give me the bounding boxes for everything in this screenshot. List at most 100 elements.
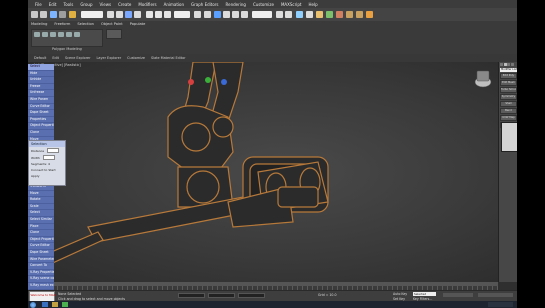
quad-lower-rotate[interactable]: Rotate [28,197,54,204]
modifier-button-symmetry[interactable]: Symmetry [500,94,517,100]
taskbar-app-icon[interactable] [42,302,48,307]
snaps-toggle-icon[interactable] [214,11,221,18]
robot-arm-model[interactable] [28,62,498,282]
menu-item-animation[interactable]: Animation [164,2,184,7]
window-crossing-icon[interactable] [134,11,141,18]
quad-item-freeze[interactable]: Freeze [28,84,54,91]
named-selection-sets-dropdown[interactable] [252,11,272,18]
z-coordinate-field[interactable] [238,293,265,298]
angle-snap-icon[interactable] [223,11,230,18]
quad-lower-convert-to[interactable]: Convert To [28,263,54,270]
quad-item-object-properties[interactable]: Object Properties [28,123,54,130]
modifier-stack-view[interactable] [501,122,517,152]
ribbon-extra-panel[interactable] [106,29,122,39]
select-object-icon[interactable] [107,11,114,18]
subbar-default[interactable]: Default [34,56,46,60]
quad-lower-wire-parameters[interactable]: Wire Parameters [28,257,54,264]
reference-coordinate-dropdown[interactable] [174,11,190,18]
rendered-frame-window-icon[interactable] [356,11,363,18]
modifier-button-uvw-map[interactable]: UVW Map [500,115,517,121]
quad-lower-clone[interactable]: Clone [28,230,54,237]
menu-item-edit[interactable]: Edit [49,2,57,7]
perspective-viewport[interactable] [28,62,498,282]
align-icon[interactable] [285,11,292,18]
hierarchy-tab-icon[interactable] [507,63,510,66]
quad-item-clone[interactable]: Clone [28,130,54,137]
menu-item-views[interactable]: Views [100,2,112,7]
edge-icon[interactable] [50,32,56,37]
tab-freeform[interactable]: Freeform [54,22,70,28]
subbar-customize[interactable]: Customize [127,56,145,60]
percent-snap-icon[interactable] [232,11,239,18]
quad-lower-vray-properties[interactable]: V-Ray Properties [28,270,54,277]
quad-lower-object-properties[interactable]: Object Properties [28,237,54,244]
create-tab-icon[interactable] [500,63,503,66]
menu-item-customize[interactable]: Customize [253,2,274,7]
quad-lower-vray-mesh-export[interactable]: V-Ray mesh export [28,283,54,290]
modify-mode-icon[interactable] [34,32,40,37]
render-setup-icon[interactable] [346,11,353,18]
tab-modeling[interactable]: Modeling [31,22,47,28]
select-and-manipulate-icon[interactable] [204,11,211,18]
modifier-list-dropdown[interactable]: Modifier List [500,68,517,72]
modifier-button-shell[interactable]: Shell [500,101,517,107]
subbar-layer-explorer[interactable]: Layer Explorer [97,56,122,60]
quad-item-wire-param[interactable]: Wire Param [28,97,54,104]
taskbar-3dsmax-icon[interactable] [62,302,68,307]
auto-key-button[interactable]: Auto Key [393,292,407,296]
playback-controls[interactable] [443,293,473,297]
quad-item-unfreeze[interactable]: Unfreeze [28,90,54,97]
viewport-navigation-controls[interactable] [478,293,513,297]
move-icon[interactable] [146,11,153,18]
material-editor-icon[interactable] [336,11,343,18]
menu-item-file[interactable]: File [35,2,42,7]
quad-lower-dope-sheet[interactable]: Dope Sheet [28,250,54,257]
selection-region-icon[interactable] [125,11,132,18]
menu-item-modifiers[interactable]: Modifiers [138,2,156,7]
distance-input[interactable] [47,148,60,153]
menu-item-group[interactable]: Group [80,2,92,7]
quad-lower-select-similar[interactable]: Select Similar [28,217,54,224]
polygon-icon[interactable] [66,32,72,37]
quad-lower-place[interactable]: Place [28,224,54,231]
quad-item-hide[interactable]: Hide [28,71,54,78]
menu-item-help[interactable]: Help [308,2,317,7]
undo-icon[interactable] [31,11,38,18]
y-coordinate-field[interactable] [208,293,235,298]
quad-item-properties[interactable]: Properties [28,117,54,124]
schematic-view-icon[interactable] [326,11,333,18]
quad-item-dope-sheet[interactable]: Dope Sheet [28,110,54,117]
width-input[interactable] [42,155,55,160]
menu-item-create[interactable]: Create [118,2,131,7]
x-coordinate-field[interactable] [178,293,205,298]
quad-lower-curve-editor[interactable]: Curve Editor [28,243,54,250]
curve-editor-icon[interactable] [316,11,323,18]
modifier-button-edit-poly[interactable]: Edit Poly [500,73,517,79]
quad-lower-scale[interactable]: Scale [28,204,54,211]
spinner-snap-icon[interactable] [241,11,248,18]
redo-icon[interactable] [40,11,47,18]
modifier-button-turbosmooth[interactable]: Turbo Smooth [500,87,517,93]
graphite-toggle-icon[interactable] [306,11,313,18]
menu-item-maxscript[interactable]: MAXScript [281,2,302,7]
menu-item-tools[interactable]: Tools [63,2,73,7]
quad-item-select[interactable]: Select [28,64,54,71]
taskbar-explorer-icon[interactable] [52,302,58,307]
unlink-icon[interactable] [59,11,66,18]
rotate-icon[interactable] [155,11,162,18]
vertex-icon[interactable] [42,32,48,37]
modifier-button-edit-mesh[interactable]: Edit Mesh [500,80,517,86]
quad-lower-move[interactable]: Move [28,191,54,198]
quad-item-curve-editor[interactable]: Curve Editor [28,104,54,111]
layer-manager-icon[interactable] [296,11,303,18]
tab-populate[interactable]: Populate [130,22,146,28]
subbar-scene-explorer[interactable]: Scene Explorer [65,56,91,60]
border-icon[interactable] [58,32,64,37]
tab-selection[interactable]: Selection [77,22,94,28]
tab-object-paint[interactable]: Object Paint [101,22,123,28]
quad-item-unhide[interactable]: Unhide [28,77,54,84]
selected-set-dropdown[interactable]: Selected [413,292,436,296]
selection-filter-dropdown[interactable] [81,11,103,18]
render-icon[interactable] [366,11,373,18]
bind-space-warp-icon[interactable] [69,11,76,18]
